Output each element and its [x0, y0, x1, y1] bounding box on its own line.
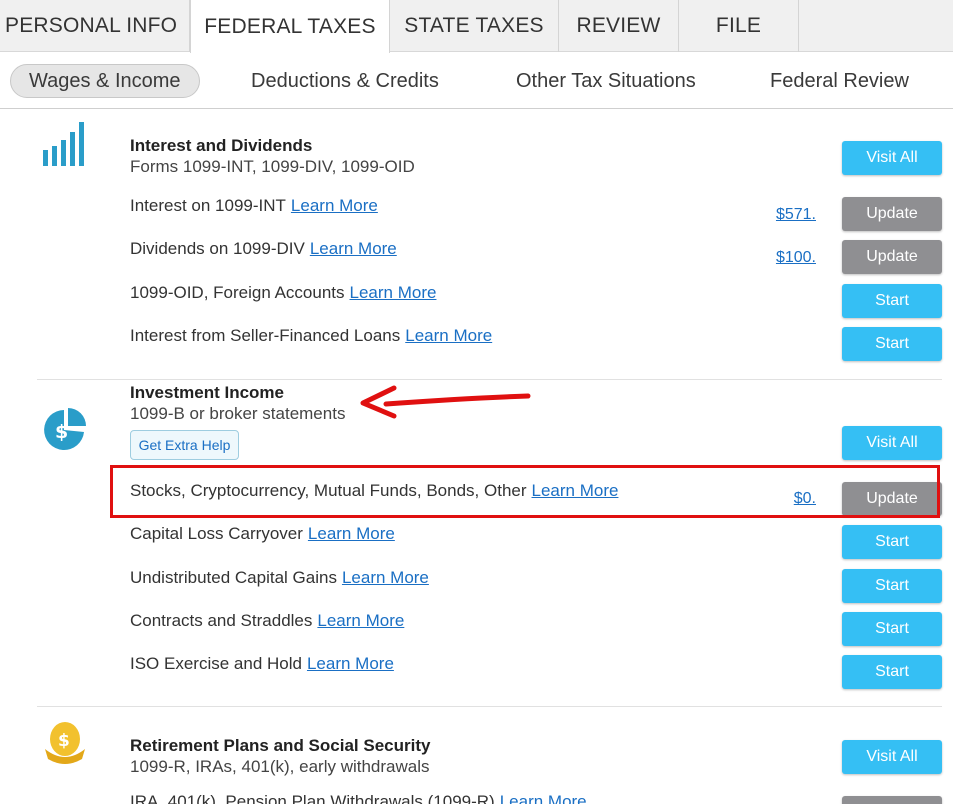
learn-more-link[interactable]: Learn More [307, 654, 394, 673]
list-item: 1099-OID, Foreign Accounts Learn More [130, 283, 436, 303]
update-button[interactable]: Update [842, 240, 942, 274]
svg-text:$: $ [55, 421, 68, 443]
nest-egg-dollar-icon: $ [44, 721, 86, 772]
learn-more-link[interactable]: Learn More [317, 611, 404, 630]
update-button[interactable]: Update [842, 197, 942, 231]
start-button[interactable]: Start [842, 525, 942, 559]
visit-all-retirement-button[interactable]: Visit All [842, 740, 942, 774]
section-divider [37, 706, 942, 707]
row-label: Contracts and Straddles [130, 611, 313, 630]
row-label: Undistributed Capital Gains [130, 568, 337, 587]
list-item: Interest from Seller-Financed Loans Learn… [130, 326, 492, 346]
tab-state-taxes[interactable]: STATE TAXES [390, 0, 559, 52]
pie-chart-dollar-icon: $ [42, 408, 88, 457]
amount-link[interactable]: $100. [760, 249, 816, 267]
start-button[interactable]: Start [842, 655, 942, 689]
start-button[interactable]: Start [842, 284, 942, 318]
subtab-wages-income[interactable]: Wages & Income [10, 64, 200, 98]
svg-text:$: $ [58, 731, 70, 751]
list-item: Undistributed Capital Gains Learn More [130, 568, 429, 588]
subtab-deductions-credits[interactable]: Deductions & Credits [251, 64, 439, 98]
start-button[interactable]: Start [842, 327, 942, 361]
list-item: Capital Loss Carryover Learn More [130, 524, 395, 544]
start-button[interactable]: Start [842, 569, 942, 603]
section-title-investment: Investment Income [130, 383, 284, 402]
learn-more-link[interactable]: Learn More [500, 792, 587, 804]
row-label: ISO Exercise and Hold [130, 654, 302, 673]
annotation-arrow-icon [360, 384, 532, 425]
learn-more-link[interactable]: Learn More [350, 283, 437, 302]
start-button[interactable]: Start [842, 612, 942, 646]
row-label: Dividends on 1099-DIV [130, 239, 305, 258]
learn-more-link[interactable]: Learn More [308, 524, 395, 543]
annotation-highlight-box [110, 465, 940, 518]
bar-chart-icon [42, 121, 88, 172]
list-item: IRA, 401(k), Pension Plan Withdrawals (1… [130, 792, 587, 804]
row-label: Interest from Seller-Financed Loans [130, 326, 401, 345]
section-divider [37, 379, 942, 380]
section-subtitle-retirement: 1099-R, IRAs, 401(k), early withdrawals [130, 757, 430, 776]
subtab-other-tax-situations[interactable]: Other Tax Situations [516, 64, 696, 98]
section-title-interest: Interest and Dividends [130, 136, 313, 155]
visit-all-investment-button[interactable]: Visit All [842, 426, 942, 460]
tab-file[interactable]: FILE [679, 0, 799, 52]
get-extra-help-button[interactable]: Get Extra Help [130, 430, 239, 460]
tab-federal-taxes[interactable]: FEDERAL TAXES [190, 0, 390, 53]
list-item: ISO Exercise and Hold Learn More [130, 654, 394, 674]
row-label: Capital Loss Carryover [130, 524, 303, 543]
row-label: 1099-OID, Foreign Accounts [130, 283, 345, 302]
update-button[interactable] [842, 796, 942, 804]
learn-more-link[interactable]: Learn More [405, 326, 492, 345]
tab-review[interactable]: REVIEW [559, 0, 679, 52]
learn-more-link[interactable]: Learn More [342, 568, 429, 587]
section-subtitle-investment: 1099-B or broker statements [130, 404, 346, 423]
list-item: Interest on 1099-INT Learn More [130, 196, 378, 216]
learn-more-link[interactable]: Learn More [310, 239, 397, 258]
section-title-retirement: Retirement Plans and Social Security [130, 736, 431, 755]
learn-more-link[interactable]: Learn More [291, 196, 378, 215]
list-item: Dividends on 1099-DIV Learn More [130, 239, 397, 259]
top-navigation: PERSONAL INFO FEDERAL TAXES STATE TAXES … [0, 0, 953, 53]
amount-link[interactable]: $571. [760, 206, 816, 224]
row-label: Interest on 1099-INT [130, 196, 286, 215]
subtab-federal-review[interactable]: Federal Review [770, 64, 909, 98]
row-label: IRA, 401(k), Pension Plan Withdrawals (1… [130, 792, 495, 804]
sub-navigation: Wages & Income Deductions & Credits Othe… [0, 53, 953, 109]
tab-personal-info[interactable]: PERSONAL INFO [0, 0, 190, 52]
list-item: Contracts and Straddles Learn More [130, 611, 404, 631]
section-subtitle-interest: Forms 1099-INT, 1099-DIV, 1099-OID [130, 157, 415, 176]
visit-all-interest-button[interactable]: Visit All [842, 141, 942, 175]
